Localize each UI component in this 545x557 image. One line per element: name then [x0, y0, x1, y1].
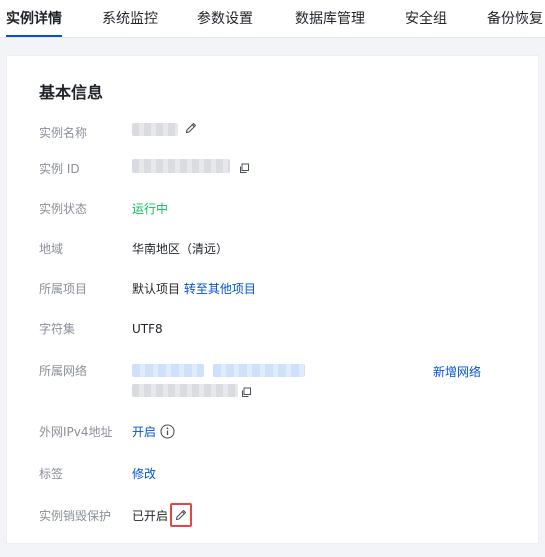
- pencil-icon[interactable]: [174, 508, 188, 522]
- status-value: 运行中: [132, 202, 169, 216]
- info-circle-icon[interactable]: [160, 424, 175, 439]
- project-value: 默认项目 转至其他项目: [132, 280, 256, 298]
- pencil-icon[interactable]: [184, 121, 198, 135]
- subnet-redacted-link[interactable]: [213, 364, 305, 377]
- tab-parameter-settings[interactable]: 参数设置: [197, 9, 253, 29]
- add-network-link[interactable]: 新增网络: [433, 363, 481, 381]
- tab-instance-details[interactable]: 实例详情: [6, 9, 62, 29]
- tab-backup-restore[interactable]: 备份恢复: [487, 9, 543, 29]
- vpc-redacted-link[interactable]: [132, 364, 204, 377]
- edit-tags-link[interactable]: 修改: [132, 465, 156, 483]
- copy-icon[interactable]: [239, 163, 250, 174]
- charset-label: 字符集: [39, 322, 76, 336]
- instance-name-label: 实例名称: [39, 126, 88, 140]
- instance-id-label: 实例 ID: [39, 162, 80, 176]
- tab-security-group[interactable]: 安全组: [405, 9, 447, 29]
- deletion-protection-label: 实例销毁保护: [39, 509, 112, 523]
- network-label: 所属网络: [39, 364, 88, 378]
- instance-name-redacted: [132, 123, 178, 136]
- instance-id-redacted: [132, 159, 230, 173]
- region-value: 华南地区（清远）: [132, 242, 229, 256]
- change-project-link[interactable]: 转至其他项目: [184, 282, 256, 296]
- deletion-protection-value: 已开启: [132, 509, 169, 523]
- project-label: 所属项目: [39, 282, 88, 296]
- public-ipv4-enable-link[interactable]: 开启: [132, 423, 156, 441]
- tab-system-monitoring[interactable]: 系统监控: [102, 9, 158, 29]
- active-tab-indicator: [6, 35, 62, 37]
- public-ipv4-label: 外网IPv4地址: [39, 425, 113, 439]
- tags-label: 标签: [39, 467, 64, 481]
- tab-bar: 实例详情 系统监控 参数设置 数据库管理 安全组 备份恢复: [0, 0, 545, 38]
- tab-database-management[interactable]: 数据库管理: [295, 9, 365, 29]
- copy-icon[interactable]: [241, 387, 252, 398]
- section-title: 基本信息: [39, 83, 104, 102]
- region-label: 地域: [39, 242, 64, 256]
- network-ip-redacted: [132, 384, 238, 397]
- status-label: 实例状态: [39, 202, 88, 216]
- charset-value: UTF8: [132, 322, 163, 336]
- project-name: 默认项目: [132, 282, 181, 296]
- basic-info-card: 基本信息 实例名称 实例 ID 实例状态 运行中 地域 华南地区（清远） 所属项…: [6, 55, 539, 544]
